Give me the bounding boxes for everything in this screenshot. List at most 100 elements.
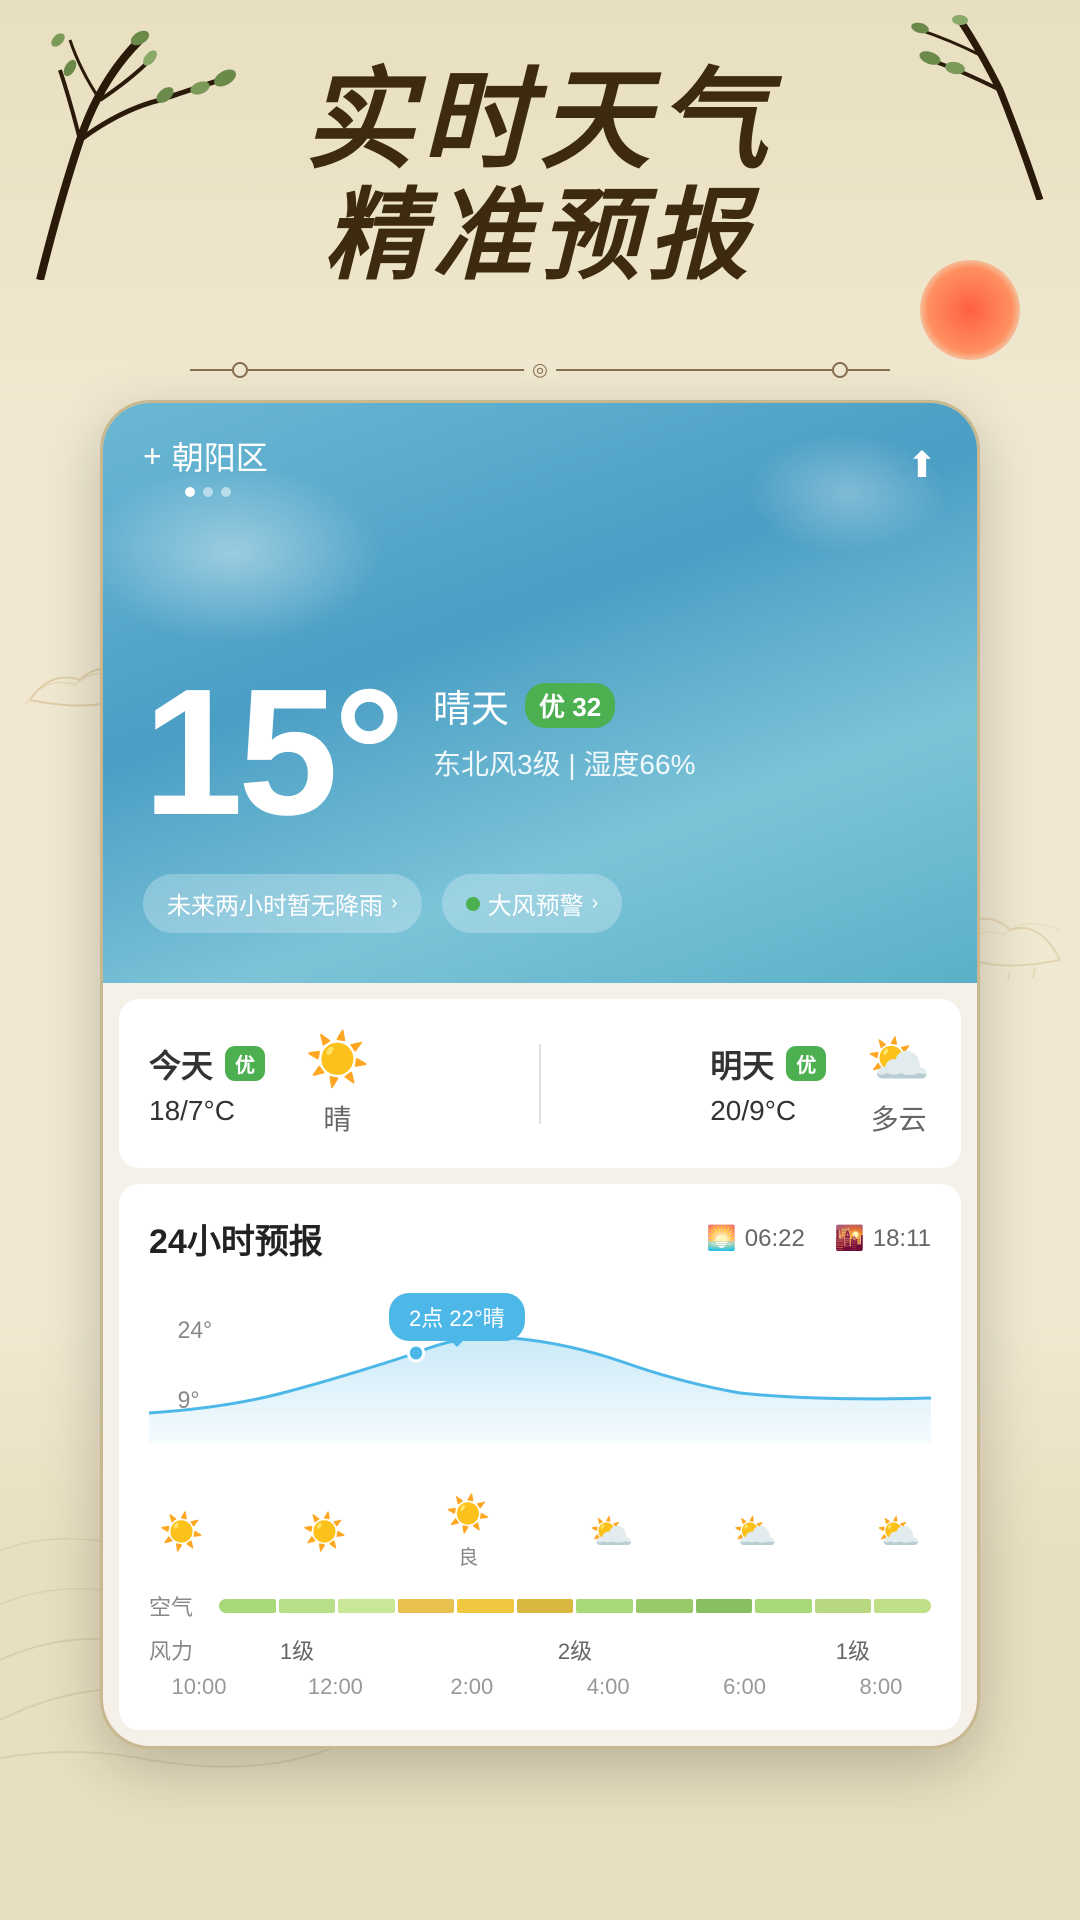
icon-10: ☀️ (159, 1511, 204, 1553)
quality-2: 良 (458, 1541, 478, 1570)
rain-alert-button[interactable]: 未来两小时暂无降雨 › (143, 874, 422, 933)
hourly-title: 24小时预报 (149, 1214, 323, 1263)
svg-text:9°: 9° (178, 1387, 200, 1414)
weather-desc-row: 晴天 优 32 (433, 678, 695, 733)
page-dots (185, 487, 268, 497)
alert-buttons: 未来两小时暂无降雨 › 大风预警 › (143, 874, 622, 933)
hero-line1: 实时天气 (0, 60, 1080, 181)
air-quality-bar (219, 1599, 931, 1613)
main-temperature: 15° (143, 663, 400, 843)
hero-line2: 精准预报 (0, 181, 1080, 291)
add-location-icon[interactable]: + (143, 438, 162, 475)
hour-6: 6:00 (705, 1674, 785, 1700)
weather-main-section: + 朝阳区 ⬆ 15° 晴天 优 32 东北风3级 (103, 403, 977, 983)
wind-val-5: 1级 (836, 1634, 870, 1666)
weather-condition: 晴天 (433, 678, 509, 733)
tooltip-arrow (449, 1339, 465, 1347)
app-card: + 朝阳区 ⬆ 15° 晴天 优 32 东北风3级 (100, 400, 980, 1749)
wind-row: 风力 1级 2级 1级 (149, 1634, 931, 1666)
tomorrow-icon: ⛅ (866, 1029, 931, 1090)
seg10 (755, 1599, 812, 1613)
sun-times: 🌅 06:22 🌇 18:11 (707, 1224, 931, 1253)
today-aqi: 优 (225, 1046, 265, 1081)
seg8 (636, 1599, 693, 1613)
seg9 (696, 1599, 753, 1613)
hour-12: 12:00 (295, 1674, 375, 1700)
sunrise-time: 🌅 06:22 (707, 1224, 805, 1253)
wind-alert-text: 大风预警 (488, 886, 584, 921)
hour-icon-2: ☀️ 良 (446, 1493, 491, 1570)
tomorrow-temp: 20/9°C (710, 1095, 826, 1127)
wind-val-3: 2级 (558, 1634, 592, 1666)
wind-info: 东北风3级 (433, 749, 561, 780)
wind-alert-button[interactable]: 大风预警 › (442, 874, 623, 933)
tomorrow-condition: 多云 (871, 1098, 927, 1138)
seg7 (576, 1599, 633, 1613)
today-icon: ☀️ (305, 1029, 370, 1090)
hourly-header: 24小时预报 🌅 06:22 🌇 18:11 (149, 1214, 931, 1263)
sunset-value: 18:11 (873, 1225, 931, 1253)
hour-icon-12: ☀️ (302, 1511, 347, 1553)
today-forecast: 今天 优 18/7°C ☀️ 晴 (149, 1029, 370, 1138)
hourly-section: 24小时预报 🌅 06:22 🌇 18:11 2点 22°晴 (119, 1184, 961, 1730)
chart-svg: 24° 9° (149, 1293, 931, 1443)
separator: | (568, 749, 583, 780)
today-condition: 晴 (323, 1098, 351, 1138)
tomorrow-aqi: 优 (786, 1046, 826, 1081)
seg2 (279, 1599, 336, 1613)
hour-icon-4: ⛅ (589, 1511, 634, 1553)
hour-4: 4:00 (568, 1674, 648, 1700)
chevron-right-icon-2: › (592, 892, 599, 915)
icon-4: ⛅ (589, 1511, 634, 1553)
sunset-icon: 🌇 (835, 1224, 865, 1253)
temperature-section: 15° (143, 663, 400, 843)
hour-8: 8:00 (841, 1674, 921, 1700)
divider-line (190, 360, 890, 380)
seg6 (517, 1599, 574, 1613)
weather-info-section: 晴天 优 32 东北风3级 | 湿度66% (433, 678, 695, 783)
air-quality-row: 空气 (149, 1590, 931, 1622)
svg-text:24°: 24° (178, 1317, 213, 1344)
icon-12: ☀️ (302, 1511, 347, 1553)
seg4 (398, 1599, 455, 1613)
air-quality-label: 空气 (149, 1590, 219, 1622)
share-icon[interactable]: ⬆ (907, 444, 937, 486)
green-dot-icon (466, 897, 480, 911)
tooltip-text: 2点 22°晴 (409, 1306, 505, 1331)
hourly-icons-row: ☀️ ☀️ ☀️ 良 ⛅ ⛅ ⛅ (149, 1493, 931, 1570)
seg11 (815, 1599, 872, 1613)
today-temp: 18/7°C (149, 1095, 265, 1127)
wind-val-1: 1级 (280, 1634, 314, 1666)
location-row: + 朝阳区 (143, 433, 268, 497)
icon-6: ⛅ (733, 1511, 778, 1553)
hour-10: 10:00 (159, 1674, 239, 1700)
seg5 (457, 1599, 514, 1613)
wind-values: 1级 2级 1级 (219, 1634, 931, 1666)
seg1 (219, 1599, 276, 1613)
today-label: 今天 (149, 1041, 213, 1087)
dot-1 (203, 487, 213, 497)
location-section[interactable]: + 朝阳区 (143, 433, 268, 479)
aqi-badge: 优 32 (525, 683, 615, 728)
hours-row: 10:00 12:00 2:00 4:00 6:00 8:00 (149, 1674, 931, 1700)
icon-8: ⛅ (876, 1511, 921, 1553)
tomorrow-forecast: 明天 优 20/9°C ⛅ 多云 (710, 1029, 931, 1138)
rain-alert-text: 未来两小时暂无降雨 (167, 886, 383, 921)
day-divider (539, 1044, 541, 1124)
chart-tooltip: 2点 22°晴 (389, 1293, 525, 1341)
sunset-time: 🌇 18:11 (835, 1224, 931, 1253)
sunrise-value: 06:22 (745, 1225, 805, 1253)
hour-2: 2:00 (432, 1674, 512, 1700)
dot-active (185, 487, 195, 497)
seg3 (338, 1599, 395, 1613)
hero-title: 实时天气 精准预报 (0, 60, 1080, 291)
dot-2 (221, 487, 231, 497)
location-name: 朝阳区 (172, 433, 268, 479)
humidity-info: 湿度66% (583, 749, 695, 780)
hour-icon-10: ☀️ (159, 1511, 204, 1553)
chevron-right-icon: › (391, 892, 398, 915)
seg12 (874, 1599, 931, 1613)
weather-details: 东北风3级 | 湿度66% (433, 743, 695, 783)
icon-2: ☀️ (446, 1493, 491, 1535)
tomorrow-label: 明天 (710, 1041, 774, 1087)
